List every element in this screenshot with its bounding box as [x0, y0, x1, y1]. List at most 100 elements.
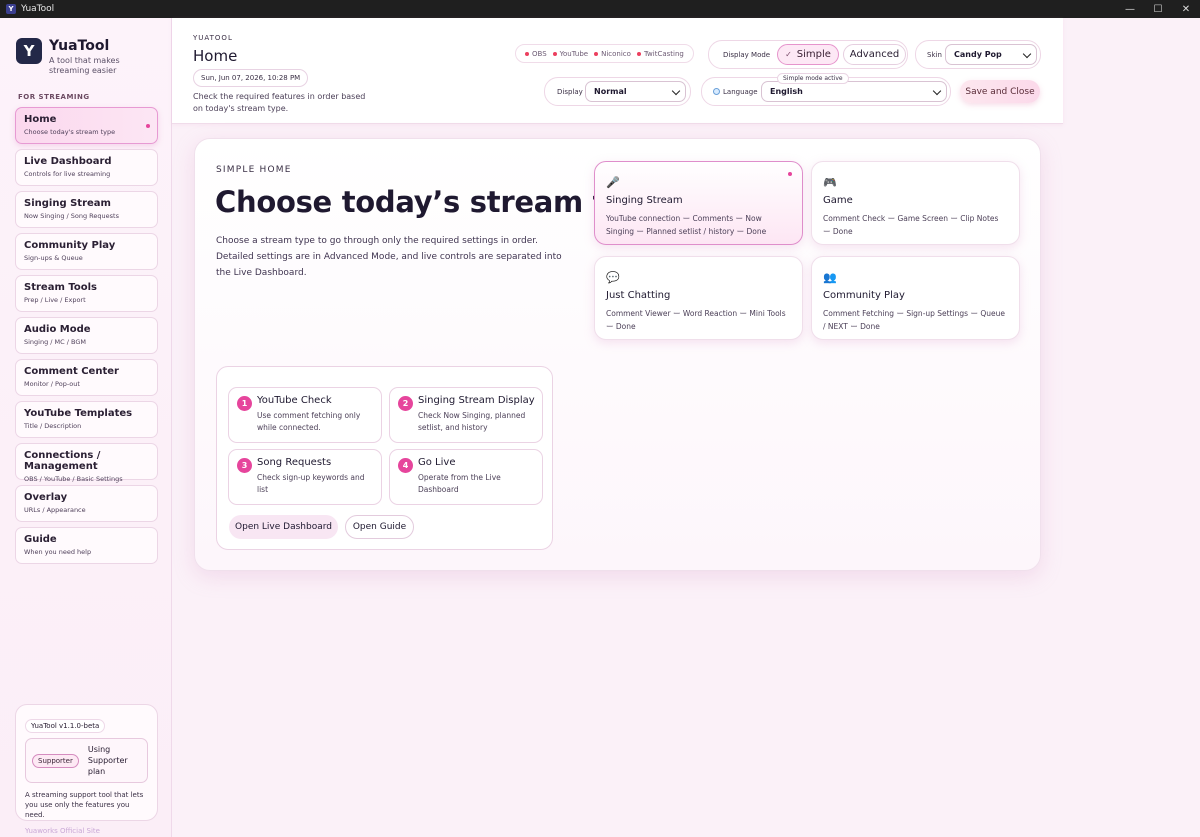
supporter-box: Supporter Using Supporter plan [25, 738, 148, 783]
sidebar-item-title: Comment Center [24, 366, 119, 377]
sidebar-item-title: YouTube Templates [24, 408, 133, 419]
sidebar-item-stream-tools[interactable]: Stream Tools Prep / Live / Export [15, 275, 158, 312]
step-card-1: 1 YouTube Check Use comment fetching onl… [228, 387, 382, 443]
selected-dot [788, 172, 792, 176]
skin-select[interactable]: Candy Pop [945, 44, 1037, 65]
sidebar-nav: Home Choose today's stream type Live Das… [15, 107, 158, 569]
window-titlebar: Y YuaTool — ☐ ✕ [0, 0, 1200, 18]
window-title: YuaTool [21, 4, 55, 14]
step-title: Singing Stream Display [418, 395, 535, 406]
display-control: Display Normal [544, 77, 691, 106]
language-select-value: English [770, 87, 803, 96]
brand-name: YuaTool [49, 38, 110, 54]
sidebar-section-label: FOR STREAMING [18, 93, 90, 101]
sidebar-footer-description: A streaming support tool that lets you u… [25, 791, 144, 819]
sidebar-item-title: Audio Mode [24, 324, 91, 335]
mode-simple-button[interactable]: ✓ Simple [777, 44, 839, 65]
mode-simple-label: Simple [796, 49, 831, 60]
sidebar-item-title: Live Dashboard [24, 156, 112, 167]
mode-status-note: Simple mode active [777, 73, 849, 84]
official-site-link[interactable]: Yuaworks Official Site [25, 827, 148, 835]
skin-select-value: Candy Pop [954, 50, 1002, 59]
brand-logo: Y [16, 38, 42, 64]
chevron-down-icon [671, 86, 681, 96]
stream-type-title: Singing Stream [606, 195, 683, 206]
stream-type-title: Just Chatting [606, 290, 671, 301]
mode-advanced-button[interactable]: Advanced [843, 44, 906, 65]
people-icon: 👥 [823, 271, 837, 284]
step-number: 4 [398, 458, 413, 473]
version-badge: YuaTool v1.1.0-beta [25, 719, 106, 733]
step-number: 2 [398, 396, 413, 411]
step-desc: Operate from the Live Dashboard [418, 473, 501, 494]
display-select[interactable]: Normal [585, 81, 686, 102]
page-title: Home [193, 47, 238, 65]
display-mode-label: Display Mode [723, 50, 771, 59]
step-desc: Check Now Singing, planned setlist, and … [418, 411, 526, 432]
microphone-icon: 🎤 [606, 176, 620, 189]
service-obs: OBS [525, 50, 547, 58]
stream-type-title: Community Play [823, 290, 905, 301]
sidebar-item-community-play[interactable]: Community Play Sign-ups & Queue [15, 233, 158, 270]
chat-bubble-icon: 💬 [606, 271, 620, 284]
open-guide-button[interactable]: Open Guide [345, 515, 414, 539]
sidebar-item-singing-stream[interactable]: Singing Stream Now Singing / Song Reques… [15, 191, 158, 228]
skin-label: Skin [927, 50, 942, 59]
stream-type-just-chatting[interactable]: 💬 Just Chatting Comment Viewer ー Word Re… [594, 256, 803, 340]
step-card-3: 3 Song Requests Check sign-up keywords a… [228, 449, 382, 505]
sidebar-item-youtube-templates[interactable]: YouTube Templates Title / Description [15, 401, 158, 438]
language-select[interactable]: English [761, 81, 947, 102]
service-status-pill: OBS YouTube Niconico TwitCasting [515, 44, 694, 63]
sidebar-item-home[interactable]: Home Choose today's stream type [15, 107, 158, 144]
stream-type-community-play[interactable]: 👥 Community Play Comment Fetching ー Sign… [811, 256, 1020, 340]
sidebar-item-sub: Sign-ups & Queue [24, 254, 83, 262]
sidebar-item-guide[interactable]: Guide When you need help [15, 527, 158, 564]
gamepad-icon: 🎮 [823, 176, 837, 189]
stream-type-singing[interactable]: 🎤 Singing Stream YouTube connection ー Co… [594, 161, 803, 245]
service-twitcasting: TwitCasting [636, 50, 684, 58]
minimize-icon[interactable]: — [1116, 0, 1144, 18]
close-icon[interactable]: ✕ [1172, 0, 1200, 18]
sidebar-item-audio-mode[interactable]: Audio Mode Singing / MC / BGM [15, 317, 158, 354]
main-card: SIMPLE HOME Choose today’s stream type C… [194, 138, 1041, 571]
open-live-dashboard-button[interactable]: Open Live Dashboard [229, 515, 338, 539]
supporter-badge: Supporter [32, 753, 79, 768]
step-desc: Check sign-up keywords and list [257, 473, 365, 494]
app-icon: Y [6, 4, 16, 14]
sidebar-item-title: Connections / Management [24, 450, 101, 472]
maximize-icon[interactable]: ☐ [1144, 0, 1172, 18]
sidebar-item-sub: Singing / MC / BGM [24, 338, 87, 346]
sidebar: Y YuaTool A tool that makes streaming ea… [0, 18, 172, 837]
sidebar-item-comment-center[interactable]: Comment Center Monitor / Pop-out [15, 359, 158, 396]
active-dot [146, 124, 150, 128]
display-select-value: Normal [594, 87, 627, 96]
service-niconico: Niconico [594, 50, 631, 58]
header-subtitle: Check the required features in order bas… [193, 92, 366, 113]
brand: Y YuaTool A tool that makes streaming ea… [16, 38, 141, 76]
sidebar-item-sub: Monitor / Pop-out [24, 380, 80, 388]
check-icon: ✓ [785, 50, 792, 59]
step-card-2: 2 Singing Stream Display Check Now Singi… [389, 387, 543, 443]
header: YUATOOL Home Sun, Jun 07, 2026, 10:28 PM… [172, 18, 1063, 124]
sidebar-item-sub: When you need help [24, 548, 92, 556]
display-mode-toggle: Display Mode ✓ Simple Advanced [708, 40, 908, 69]
sidebar-item-overlay[interactable]: Overlay URLs / Appearance [15, 485, 158, 522]
steps-panel: 1 YouTube Check Use comment fetching onl… [216, 366, 553, 550]
step-title: Go Live [418, 457, 456, 468]
brand-tagline: A tool that makes streaming easier [49, 56, 120, 75]
step-number: 3 [237, 458, 252, 473]
sidebar-item-live-dashboard[interactable]: Live Dashboard Controls for live streami… [15, 149, 158, 186]
stream-type-steps: Comment Viewer ー Word Reaction ー Mini To… [606, 309, 786, 331]
sidebar-item-title: Stream Tools [24, 282, 97, 293]
stream-type-steps: Comment Check ー Game Screen ー Clip Notes… [823, 214, 999, 236]
sidebar-item-sub: Now Singing / Song Requests [24, 212, 119, 220]
save-and-close-button[interactable]: Save and Close [960, 80, 1040, 103]
chevron-down-icon [1022, 49, 1032, 59]
sidebar-item-connections[interactable]: Connections / Management OBS / YouTube /… [15, 443, 158, 483]
sidebar-item-title: Singing Stream [24, 198, 111, 209]
chevron-down-icon [932, 86, 942, 96]
sidebar-item-sub: URLs / Appearance [24, 506, 86, 514]
status-dot-icon [525, 51, 529, 56]
stream-type-game[interactable]: 🎮 Game Comment Check ー Game Screen ー Cli… [811, 161, 1020, 245]
main-kicker: SIMPLE HOME [216, 165, 292, 175]
